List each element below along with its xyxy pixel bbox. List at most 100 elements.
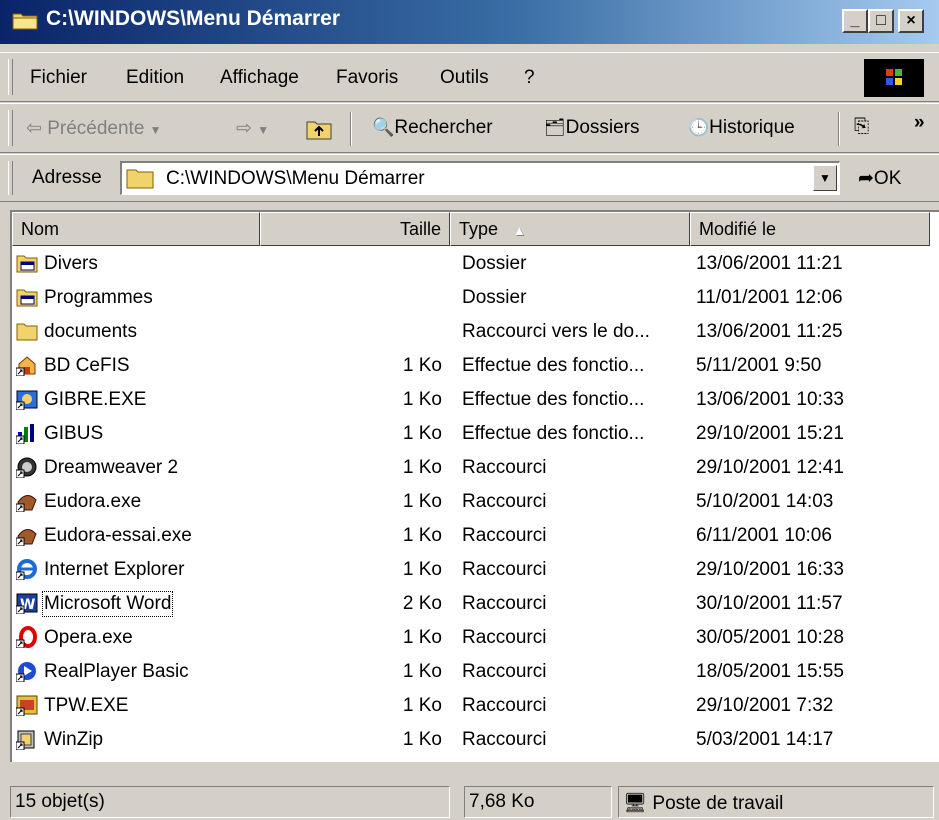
menu-item[interactable]: Fichier — [30, 67, 87, 89]
file-type: Raccourci — [462, 627, 547, 648]
file-row[interactable]: Programmes Dossier 11/01/2001 12:06 — [12, 282, 939, 316]
column-header-type[interactable]: Type ▲ — [450, 212, 690, 246]
file-modified: 29/10/2001 15:21 — [696, 423, 844, 444]
address-label: Adresse — [32, 167, 102, 188]
move-to-icon[interactable]: ⎘ — [854, 116, 869, 138]
file-name: GIBUS — [44, 423, 104, 444]
column-header-type-label: Type — [459, 219, 499, 239]
opera-icon — [16, 626, 37, 648]
file-row[interactable]: Eudora.exe 1 Ko Raccourci 5/10/2001 14:03 — [12, 486, 939, 520]
file-row[interactable]: RealPlayer Basic 1 Ko Raccourci 18/05/2001 … — [12, 656, 939, 690]
go-button[interactable]: ➦OK — [858, 167, 901, 190]
realplayer-icon — [16, 662, 36, 682]
file-size: 1 Ko — [402, 627, 442, 648]
file-type: Raccourci — [462, 559, 547, 580]
menu-item[interactable]: Affichage — [220, 67, 299, 89]
address-dropdown-button[interactable]: ▼ — [813, 165, 837, 191]
maximize-button[interactable]: □ — [868, 9, 894, 33]
status-size: 7,68 Ko — [464, 786, 612, 818]
file-size: 1 Ko — [402, 695, 442, 716]
file-size: 1 Ko — [402, 525, 442, 546]
file-row[interactable]: BD CeFIS 1 Ko Effectue des fonctio... 5/11/… — [12, 350, 939, 384]
menu-item[interactable]: ? — [524, 67, 535, 89]
file-row[interactable]: W Microsoft Word 2 Ko Raccourci 30/10/2001 1… — [12, 588, 939, 622]
folder-icon — [16, 323, 38, 341]
file-row[interactable]: GIBUS 1 Ko Effectue des fonctio... 29/10/20… — [12, 418, 939, 452]
file-name: Programmes — [44, 287, 153, 308]
toolbar-chevron[interactable]: » — [914, 112, 925, 134]
file-row[interactable]: WinZip 1 Ko Raccourci 5/03/2001 14:17 — [12, 724, 939, 758]
chevron-down-icon: ▼ — [819, 171, 831, 185]
file-modified: 29/10/2001 7:32 — [696, 695, 834, 716]
file-name: TPW.EXE — [44, 695, 129, 716]
menu-item[interactable]: Favoris — [336, 67, 398, 89]
file-name: RealPlayer Basic — [44, 661, 189, 682]
file-modified: 30/10/2001 11:57 — [696, 593, 843, 614]
file-name: GIBRE.EXE — [44, 389, 147, 410]
menu-item[interactable]: Outils — [440, 67, 489, 89]
file-modified: 6/11/2001 10:06 — [696, 525, 832, 546]
file-type: Raccourci — [462, 491, 547, 512]
file-list[interactable]: Nom Taille Type ▲ Modifié le Divers Dossi… — [10, 210, 939, 762]
folders-icon: 🗂 — [544, 118, 566, 137]
history-button[interactable]: 🕒Historique — [688, 117, 795, 139]
file-row[interactable]: Eudora-essai.exe 1 Ko Raccourci 6/11/2001 1… — [12, 520, 939, 554]
file-size: 1 Ko — [402, 491, 442, 512]
file-modified: 29/10/2001 12:41 — [696, 457, 844, 478]
folders-button[interactable]: 🗂Dossiers — [544, 117, 640, 139]
file-name: Eudora-essai.exe — [44, 525, 192, 546]
file-row[interactable]: Opera.exe 1 Ko Raccourci 30/05/2001 10:28 — [12, 622, 939, 656]
menu-bar: Fichier Edition Affichage Favoris Outils? — [0, 52, 939, 102]
up-folder-icon[interactable] — [306, 118, 332, 140]
file-row[interactable]: Divers Dossier 13/06/2001 11:21 — [12, 248, 939, 282]
back-button[interactable]: ⇦ Précédente ▼ — [26, 117, 162, 140]
windows-flag-icon — [886, 69, 902, 85]
file-row[interactable]: Dreamweaver 2 1 Ko Raccourci 29/10/2001 12:… — [12, 452, 939, 486]
file-modified: 18/05/2001 15:55 — [696, 661, 844, 682]
menu-grip[interactable] — [8, 59, 13, 95]
file-row[interactable]: GIBRE.EXE 1 Ko Effectue des fonctio... 13/0… — [12, 384, 939, 418]
file-name: Opera.exe — [44, 627, 133, 648]
column-header-size[interactable]: Taille — [260, 212, 450, 246]
file-name: documents — [44, 321, 137, 342]
file-row[interactable]: TPW.EXE 1 Ko Raccourci 29/10/2001 7:32 — [12, 690, 939, 724]
back-dropdown-icon: ▼ — [149, 123, 162, 137]
menu-item[interactable]: Edition — [126, 67, 184, 89]
file-name: Internet Explorer — [44, 559, 185, 580]
file-modified: 30/05/2001 10:28 — [696, 627, 844, 648]
file-type: Raccourci — [462, 695, 547, 716]
windows-logo — [864, 59, 924, 97]
column-header-name[interactable]: Nom — [12, 212, 260, 246]
winzip-icon — [16, 730, 35, 750]
toolbar: ⇦ Précédente ▼ ⇨ ▼ 🔍Rechercher 🗂Dossiers… — [0, 103, 939, 153]
file-size: 1 Ko — [402, 559, 442, 580]
close-button[interactable]: × — [898, 9, 924, 33]
file-modified: 5/11/2001 9:50 — [696, 355, 822, 376]
search-button[interactable]: 🔍Rechercher — [372, 117, 493, 139]
file-type: Raccourci vers le do... — [462, 321, 650, 342]
file-name: Eudora.exe — [44, 491, 142, 512]
minimize-button[interactable]: _ — [842, 9, 868, 33]
history-icon: 🕒 — [688, 118, 710, 137]
file-type: Raccourci — [462, 661, 547, 682]
address-grip[interactable] — [8, 161, 13, 195]
file-row[interactable]: documents Raccourci vers le do... 13/06/20… — [12, 316, 939, 350]
address-field[interactable]: C:\WINDOWS\Menu Démarrer ▼ — [120, 161, 840, 195]
title-bar[interactable]: C:\WINDOWS\Menu Démarrer _ □ × — [0, 0, 939, 44]
file-modified: 5/10/2001 14:03 — [696, 491, 834, 512]
file-size: 1 Ko — [402, 355, 442, 376]
folder-icon — [12, 13, 38, 30]
file-type: Raccourci — [462, 729, 547, 750]
word-icon: W — [16, 593, 38, 614]
forward-button[interactable]: ⇨ ▼ — [236, 117, 269, 140]
toolbar-separator — [350, 112, 352, 146]
column-header-modified[interactable]: Modifié le — [690, 212, 930, 246]
file-modified: 29/10/2001 16:33 — [696, 559, 844, 580]
address-value: C:\WINDOWS\Menu Démarrer — [166, 168, 425, 189]
internet-explorer-icon — [16, 559, 37, 580]
folder-programs-icon — [16, 289, 38, 307]
eudora-icon — [16, 495, 37, 512]
file-row[interactable]: Internet Explorer 1 Ko Raccourci 29/10/2001… — [12, 554, 939, 588]
file-modified: 5/03/2001 14:17 — [696, 729, 834, 750]
toolbar-grip[interactable] — [8, 110, 13, 146]
